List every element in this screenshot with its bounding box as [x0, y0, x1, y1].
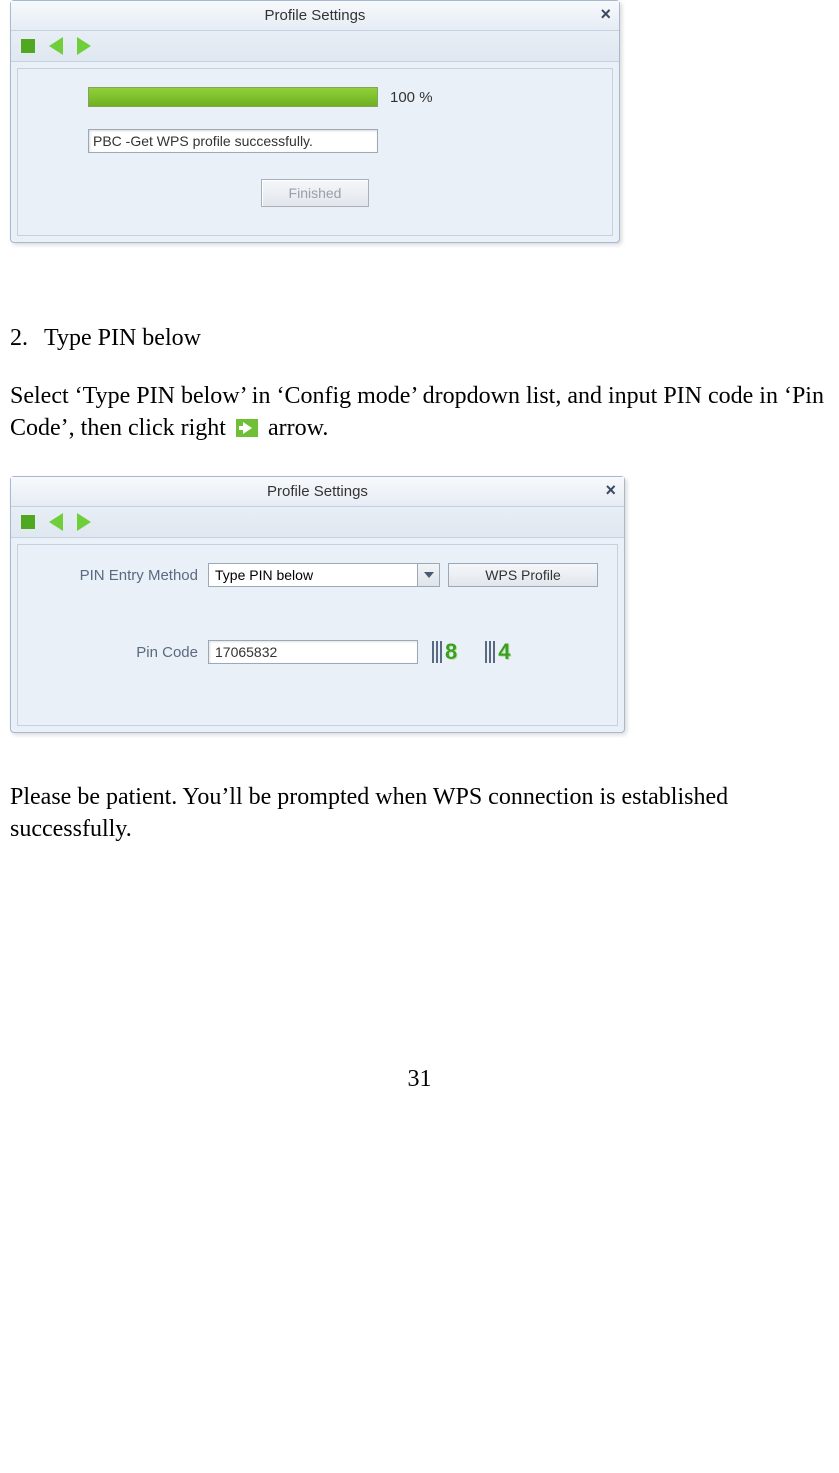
instruction-text-b: arrow. — [268, 415, 328, 441]
forward-arrow-icon[interactable] — [77, 513, 91, 531]
progress-percent: 100 % — [390, 89, 433, 106]
dialog-title: Profile Settings — [265, 7, 366, 24]
section-heading: 2.Type PIN below — [10, 325, 829, 352]
instruction-text-a: Select ‘Type PIN below’ in ‘Config mode’… — [10, 383, 824, 441]
pin-entry-method-label: PIN Entry Method — [28, 567, 208, 584]
stop-icon[interactable] — [21, 39, 35, 53]
pin-entry-method-combo[interactable] — [208, 563, 440, 587]
close-icon[interactable]: × — [605, 481, 616, 499]
right-arrow-icon — [236, 414, 258, 446]
closing-paragraph: Please be patient. You’ll be prompted wh… — [10, 781, 829, 846]
back-arrow-icon[interactable] — [49, 513, 63, 531]
titlebar: Profile Settings × — [11, 1, 619, 31]
finished-button: Finished — [261, 179, 369, 207]
pin-length-4-icon[interactable]: 4 — [485, 639, 510, 665]
progress-fill — [89, 88, 377, 106]
instruction-paragraph: Select ‘Type PIN below’ in ‘Config mode’… — [10, 380, 829, 446]
stop-icon[interactable] — [21, 515, 35, 529]
forward-arrow-icon[interactable] — [77, 37, 91, 55]
dialog-title: Profile Settings — [267, 483, 368, 500]
pin-code-label: Pin Code — [28, 644, 208, 661]
dialog-body: 100 % Finished — [17, 68, 613, 236]
dialog-body: PIN Entry Method WPS Profile Pin Code 8 … — [17, 544, 618, 726]
section-title: Type PIN below — [44, 325, 201, 351]
titlebar: Profile Settings × — [11, 477, 624, 507]
profile-settings-dialog-pin: Profile Settings × PIN Entry Method WPS … — [10, 476, 625, 733]
status-text-field — [88, 129, 378, 153]
section-number: 2. — [10, 325, 44, 352]
nav-row — [11, 507, 624, 538]
progress-bar — [88, 87, 378, 107]
nav-row — [11, 31, 619, 62]
combo-dropdown-icon[interactable] — [418, 563, 440, 587]
wps-profile-button[interactable]: WPS Profile — [448, 563, 598, 587]
pin-code-input[interactable] — [208, 640, 418, 664]
profile-settings-dialog-progress: Profile Settings × 100 % Finished — [10, 0, 620, 243]
pin-entry-method-value[interactable] — [208, 563, 418, 587]
close-icon[interactable]: × — [600, 5, 611, 23]
pin-length-8-icon[interactable]: 8 — [432, 639, 457, 665]
back-arrow-icon[interactable] — [49, 37, 63, 55]
page-number: 31 — [10, 1066, 829, 1093]
